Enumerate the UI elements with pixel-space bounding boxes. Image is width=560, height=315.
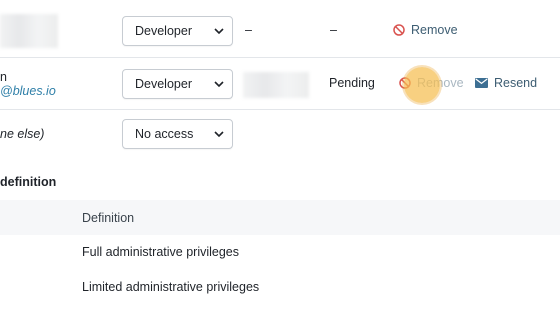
- role-select-value: No access: [135, 127, 194, 141]
- remove-button-label: Remove: [411, 23, 458, 37]
- blurred-avatar: [0, 14, 58, 48]
- row-divider: [0, 57, 560, 58]
- table-row: Limited administrative privileges: [82, 280, 260, 294]
- member-status-a: –: [245, 23, 252, 37]
- section-title: definition: [0, 175, 57, 189]
- role-select[interactable]: Developer: [122, 69, 233, 99]
- member-name: ne else): [0, 127, 45, 141]
- resend-button[interactable]: Resend: [475, 76, 537, 90]
- prohibit-icon: [393, 24, 405, 36]
- chevron-down-icon: [214, 28, 224, 35]
- column-header-definition: Definition: [82, 211, 135, 225]
- cursor-highlight: [404, 67, 440, 103]
- blurred-field: [243, 72, 309, 98]
- resend-button-label: Resend: [494, 76, 538, 90]
- role-select[interactable]: No access: [122, 119, 233, 149]
- member-status: Pending: [329, 76, 375, 90]
- member-email-link[interactable]: @blues.io: [0, 84, 56, 98]
- remove-button[interactable]: Remove: [393, 23, 458, 37]
- member-status-b: –: [330, 23, 337, 37]
- row-divider: [0, 109, 560, 110]
- chevron-down-icon: [214, 81, 224, 88]
- table-row: Full administrative privileges: [82, 245, 240, 259]
- role-select[interactable]: Developer: [122, 16, 233, 46]
- envelope-icon: [475, 78, 488, 88]
- role-select-value: Developer: [135, 77, 192, 91]
- table-header: Definition: [0, 200, 560, 235]
- member-name: n: [0, 70, 7, 84]
- role-select-value: Developer: [135, 24, 192, 38]
- chevron-down-icon: [214, 131, 224, 138]
